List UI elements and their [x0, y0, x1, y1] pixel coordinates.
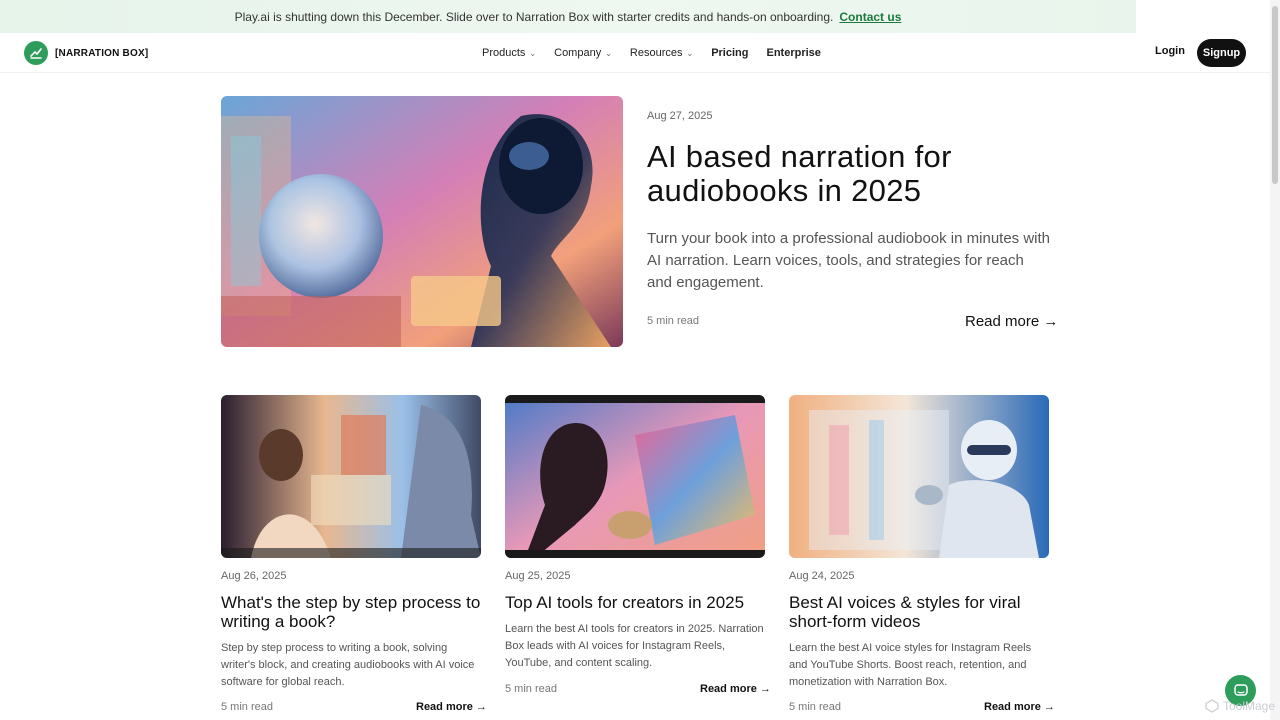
hero-description: Turn your book into a professional audio…: [647, 230, 1051, 291]
card-read-more-link[interactable]: Read more →: [984, 701, 1055, 713]
card-description: Learn the best AI tools for creators in …: [505, 623, 764, 669]
card-date: Aug 26, 2025: [221, 570, 287, 582]
hero-date: Aug 27, 2025: [647, 110, 713, 122]
login-link[interactable]: Login: [1155, 45, 1185, 57]
card-date: Aug 24, 2025: [789, 570, 855, 582]
watermark-text: ToolMage: [1223, 699, 1276, 713]
menu-products[interactable]: Products ⌄: [482, 47, 536, 59]
top-navigation: [NARRATION BOX] Products ⌄ Company ⌄ Res…: [0, 33, 1270, 73]
card-read-time: 5 min read: [789, 701, 841, 713]
page-scrollbar[interactable]: [1270, 0, 1280, 720]
card-date: Aug 25, 2025: [505, 570, 571, 582]
card-read-more-link[interactable]: Read more →: [700, 683, 771, 695]
chat-bubble-icon: [1233, 683, 1248, 696]
hero-read-more-link[interactable]: Read more →: [965, 313, 1058, 330]
menu-enterprise[interactable]: Enterprise: [766, 47, 820, 59]
main-menu: Products ⌄ Company ⌄ Resources ⌄ Pricing…: [482, 33, 839, 73]
card-read-time: 5 min read: [505, 683, 557, 695]
watermark: ToolMage: [1205, 699, 1275, 713]
card-read-time: 5 min read: [221, 701, 273, 713]
card-title[interactable]: Top AI tools for creators in 2025: [505, 593, 765, 612]
watermark-icon: [1205, 699, 1219, 713]
menu-label: Resources: [629, 47, 683, 59]
menu-label: Company: [554, 47, 602, 59]
contact-us-link[interactable]: Contact us: [839, 10, 901, 24]
chevron-down-icon: ⌄: [605, 48, 612, 58]
card-image[interactable]: [221, 395, 481, 558]
menu-label: Enterprise: [766, 47, 821, 59]
hero-article-image[interactable]: [221, 96, 623, 347]
hero-read-time: 5 min read: [647, 315, 699, 327]
menu-resources[interactable]: Resources ⌄: [630, 47, 693, 59]
card-title[interactable]: Best AI voices & styles for viral short-…: [789, 593, 1049, 631]
card-title[interactable]: What's the step by step process to writi…: [221, 593, 481, 631]
hero-title[interactable]: AI based narration for audiobooks in 202…: [647, 140, 1047, 208]
card-description: Step by step process to writing a book, …: [221, 642, 475, 688]
logo-text: [NARRATION BOX]: [55, 47, 149, 59]
chevron-down-icon: ⌄: [686, 48, 694, 58]
card-description: Learn the best AI voice styles for Insta…: [789, 642, 1032, 688]
card-image[interactable]: [789, 395, 1049, 558]
logo[interactable]: [NARRATION BOX]: [24, 41, 148, 65]
logo-mark-icon: [24, 41, 48, 65]
menu-label: Products: [482, 47, 526, 59]
menu-pricing[interactable]: Pricing: [711, 47, 748, 59]
announcement-banner: Play.ai is shutting down this December. …: [0, 0, 1136, 33]
banner-message: Play.ai is shutting down this December. …: [234, 9, 834, 24]
menu-company[interactable]: Company ⌄: [554, 47, 612, 59]
scrollbar-thumb[interactable]: [1272, 6, 1278, 184]
card-read-more-link[interactable]: Read more →: [416, 701, 487, 713]
card-image[interactable]: [505, 395, 765, 558]
chevron-down-icon: ⌄: [529, 48, 537, 58]
menu-label: Pricing: [711, 47, 749, 59]
signup-button[interactable]: Signup: [1197, 39, 1246, 67]
